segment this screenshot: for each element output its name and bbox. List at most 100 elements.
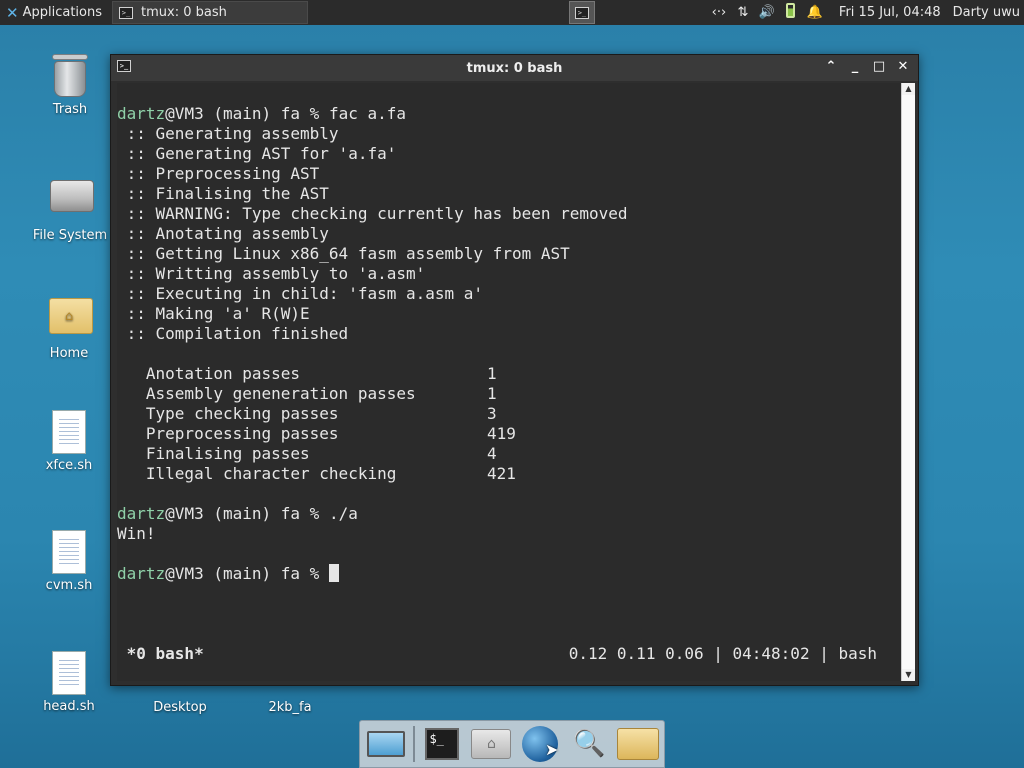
output-line: :: Executing in child: 'fasm a.asm a' <box>117 284 484 303</box>
desktop-icon-2kb-fa[interactable]: 2kb_fa <box>240 686 340 715</box>
dock-folder-button[interactable] <box>617 724 660 764</box>
taskbar-item-terminal[interactable]: >_ tmux: 0 bash <box>112 1 308 24</box>
output-line: :: Generating AST for 'a.fa' <box>117 144 397 163</box>
terminal-output[interactable]: dartz@VM3 (main) fa % fac a.fa :: Genera… <box>117 83 901 681</box>
script-file-icon <box>49 410 89 454</box>
desktop-icon-label: File System <box>32 228 108 243</box>
desktop-icon-xfce-sh[interactable]: xfce.sh <box>19 410 119 473</box>
prompt-user: dartz <box>117 564 166 583</box>
stat-value: 1 <box>487 384 497 403</box>
stat-row: Illegal character checking 421 <box>117 464 897 484</box>
stat-label: Preprocessing passes <box>117 424 339 443</box>
output-line: :: Preprocessing AST <box>117 164 320 183</box>
desktop-icon-label: 2kb_fa <box>268 700 312 715</box>
stat-value: 421 <box>487 464 516 483</box>
stat-row: Finalising passes 4 <box>117 444 897 464</box>
dock-search-button[interactable]: 🔍 <box>568 724 611 764</box>
scroll-track[interactable] <box>902 95 915 669</box>
prompt-line[interactable]: dartz@VM3 (main) fa % <box>117 564 339 584</box>
desktop-icon-home[interactable]: ⌂ Home <box>19 294 119 361</box>
stat-label: Illegal character checking <box>117 464 397 483</box>
applications-label: Applications <box>22 5 102 20</box>
stat-label: Finalising passes <box>117 444 310 463</box>
window-title-bar[interactable]: >_ tmux: 0 bash ⌃ _ □ ✕ <box>111 55 918 81</box>
user-menu[interactable]: Darty uwu <box>953 5 1020 20</box>
xfce-logo-icon: ✕ <box>6 3 19 22</box>
output-line: :: Getting Linux x86_64 fasm assembly fr… <box>117 244 570 263</box>
maximize-button[interactable]: □ <box>870 58 888 76</box>
output-line: :: Anotating assembly <box>117 224 329 243</box>
desktop-icon-label: Desktop <box>153 700 207 715</box>
terminal-window[interactable]: >_ tmux: 0 bash ⌃ _ □ ✕ dartz@VM3 (main)… <box>110 54 919 686</box>
show-desktop-button[interactable] <box>364 724 407 764</box>
scroll-up-icon[interactable]: ▲ <box>902 83 915 95</box>
desktop-icon-trash[interactable]: Trash <box>20 54 120 117</box>
prompt-host: @VM3 (main) fa % <box>165 564 329 583</box>
output-line: :: Generating assembly <box>117 124 339 143</box>
shade-button[interactable]: ⌃ <box>822 58 840 76</box>
script-file-icon <box>49 530 89 574</box>
script-file-icon <box>49 651 89 695</box>
tmux-status-left: *0 bash* <box>117 644 204 663</box>
dock-browser-button[interactable]: ➤ <box>519 724 562 764</box>
prompt-host: @VM3 (main) fa % <box>165 504 329 523</box>
volume-icon[interactable]: 🔊 <box>755 5 779 20</box>
desktop-icon-label: Home <box>49 346 89 361</box>
minimize-button[interactable]: _ <box>846 58 864 76</box>
stat-row: Anotation passes 1 <box>117 364 897 384</box>
stat-label: Type checking passes <box>117 404 339 423</box>
notification-bell-icon[interactable]: 🔔 <box>803 5 827 20</box>
stat-row: Type checking passes 3 <box>117 404 897 424</box>
applications-menu[interactable]: ✕ Applications <box>0 0 108 25</box>
desktop-icon-label: cvm.sh <box>45 578 93 593</box>
window-title: tmux: 0 bash <box>466 60 563 76</box>
stat-label: Anotation passes <box>117 364 301 383</box>
mouse-pointer-icon: ➤ <box>544 740 559 759</box>
output-line: :: Writting assembly to 'a.asm' <box>117 264 426 283</box>
taskbar-item-label: tmux: 0 bash <box>141 5 227 20</box>
prompt-line: dartz@VM3 (main) fa % fac a.fa <box>117 104 406 124</box>
scroll-down-icon[interactable]: ▼ <box>902 669 915 681</box>
desktop-icon-cvm-sh[interactable]: cvm.sh <box>19 530 119 593</box>
close-button[interactable]: ✕ <box>894 58 912 76</box>
desktop-icon-desktop-folder[interactable]: Desktop <box>130 686 230 715</box>
output-line: :: Finalising the AST <box>117 184 329 203</box>
dock: $_ ⌂ ➤ 🔍 <box>359 720 665 768</box>
stat-row: Assembly geneneration passes 1 <box>117 384 897 404</box>
executable-icon <box>270 686 310 696</box>
stat-row: Preprocessing passes 419 <box>117 424 897 444</box>
window-menu-icon[interactable]: >_ <box>117 60 131 72</box>
command-text: fac a.fa <box>328 104 406 123</box>
dock-terminal-button[interactable]: $_ <box>421 724 464 764</box>
battery-icon[interactable] <box>779 3 803 22</box>
output-line: :: Compilation finished <box>117 324 349 343</box>
desktop-icon-head-sh[interactable]: head.sh <box>19 651 119 714</box>
workspace-switcher[interactable]: >_ <box>568 1 595 24</box>
stat-label: Assembly geneneration passes <box>117 384 416 403</box>
stat-value: 4 <box>487 444 497 463</box>
search-icon: 🔍 <box>573 729 606 759</box>
scrollbar[interactable]: ▲ ▼ <box>901 83 915 681</box>
terminal-workspace-icon: >_ <box>574 6 589 19</box>
output-line: :: Making 'a' R(W)E <box>117 304 310 323</box>
desktop-icon-label: head.sh <box>43 699 95 714</box>
window-controls: ⌃ _ □ ✕ <box>822 58 912 76</box>
trash-icon <box>50 54 90 98</box>
prompt-line: dartz@VM3 (main) fa % ./a <box>117 504 358 524</box>
terminal-icon: $_ <box>425 728 460 760</box>
tmux-status-right: 0.12 0.11 0.06 | 04:48:02 | bash <box>568 644 877 663</box>
dock-home-button[interactable]: ⌂ <box>470 724 513 764</box>
dock-separator <box>413 726 415 762</box>
stat-value: 3 <box>487 404 497 423</box>
home-folder-icon: ⌂ <box>49 298 93 342</box>
desktop-icon-file-system[interactable]: File System <box>20 174 120 243</box>
top-panel: ✕ Applications >_ tmux: 0 bash >_ ‹·› ⇅ … <box>0 0 1024 25</box>
prompt-user: dartz <box>117 104 166 123</box>
stat-value: 419 <box>487 424 516 443</box>
folder-icon <box>160 686 200 696</box>
output-line: Win! <box>117 524 156 543</box>
desktop-icon-label: xfce.sh <box>45 458 93 473</box>
network-icon[interactable]: ‹·› <box>707 5 731 20</box>
transfer-icon[interactable]: ⇅ <box>731 5 755 20</box>
clock[interactable]: Fri 15 Jul, 04:48 <box>839 5 941 20</box>
